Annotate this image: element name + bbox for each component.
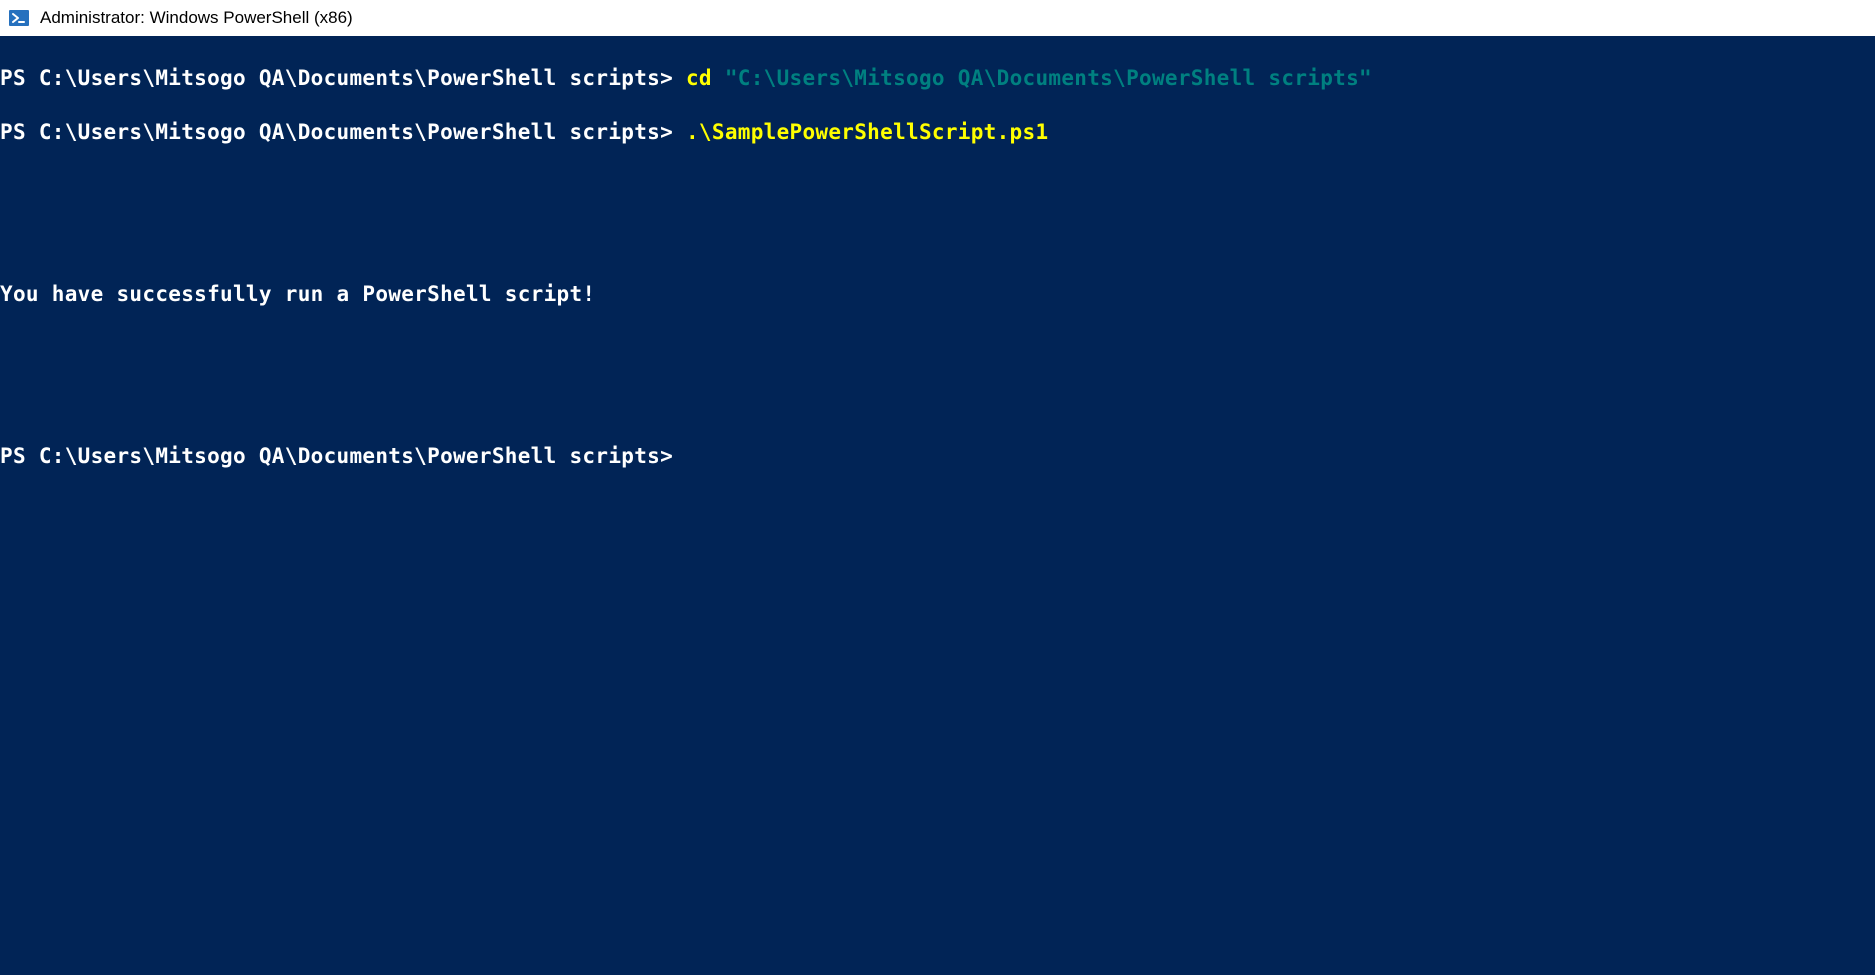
blank-line <box>0 335 1875 362</box>
window-title: Administrator: Windows PowerShell (x86) <box>40 8 353 28</box>
command-text: .\SamplePowerShellScript.ps1 <box>686 120 1048 144</box>
command-text: cd <box>686 66 725 90</box>
output-text: You have successfully run a PowerShell s… <box>0 281 1875 308</box>
prompt-text: PS C:\Users\Mitsogo QA\Documents\PowerSh… <box>0 120 686 144</box>
prompt-text: PS C:\Users\Mitsogo QA\Documents\PowerSh… <box>0 66 686 90</box>
powershell-icon <box>8 7 30 29</box>
window-titlebar[interactable]: Administrator: Windows PowerShell (x86) <box>0 0 1875 36</box>
terminal-area[interactable]: PS C:\Users\Mitsogo QA\Documents\PowerSh… <box>0 36 1875 975</box>
command-argument: "C:\Users\Mitsogo QA\Documents\PowerShel… <box>725 66 1372 90</box>
blank-line <box>0 389 1875 416</box>
blank-line <box>0 173 1875 200</box>
terminal-line: PS C:\Users\Mitsogo QA\Documents\PowerSh… <box>0 119 1875 146</box>
terminal-line: PS C:\Users\Mitsogo QA\Documents\PowerSh… <box>0 65 1875 92</box>
prompt-text: PS C:\Users\Mitsogo QA\Documents\PowerSh… <box>0 444 673 468</box>
terminal-line: PS C:\Users\Mitsogo QA\Documents\PowerSh… <box>0 443 1875 470</box>
blank-line <box>0 227 1875 254</box>
